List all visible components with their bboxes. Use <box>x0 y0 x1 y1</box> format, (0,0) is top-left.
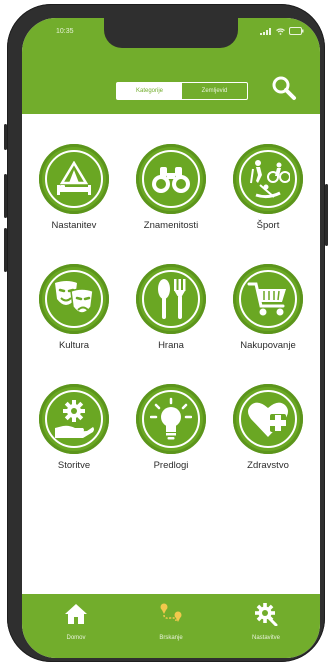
tent-bed-icon <box>39 144 109 214</box>
category-predlogi[interactable]: Predlogi <box>125 384 217 471</box>
heart-plus-icon <box>233 384 303 454</box>
route-pin-icon <box>160 603 182 622</box>
volume-up-button <box>4 174 7 218</box>
search-icon[interactable] <box>270 74 298 102</box>
category-hrana[interactable]: Hrana <box>125 264 217 351</box>
shopping-cart-icon <box>233 264 303 334</box>
category-storitve[interactable]: Storitve <box>28 384 120 471</box>
category-zdravstvo[interactable]: Zdravstvo <box>222 384 314 471</box>
category-label: Kultura <box>58 340 90 351</box>
category-label: Znamenitosti <box>143 220 199 231</box>
phone-frame: 10:35 Kategorije Zemljevid Nastanitev Zn… <box>4 4 328 662</box>
header-bar: 10:35 Kategorije Zemljevid <box>22 18 320 114</box>
wifi-icon <box>276 27 285 35</box>
tab-label: Domov <box>66 635 86 641</box>
category-label: Storitve <box>57 460 91 471</box>
category-label: Nakupovanje <box>240 340 296 351</box>
category-znamenitosti[interactable]: Znamenitosti <box>125 144 217 231</box>
settings-search-icon <box>255 603 278 627</box>
battery-icon <box>289 27 304 35</box>
app-screen: 10:35 Kategorije Zemljevid Nastanitev Zn… <box>22 18 320 658</box>
view-segmented-control: Kategorije Zemljevid <box>116 82 248 100</box>
category-sport[interactable]: Šport <box>222 144 314 231</box>
mute-switch <box>4 124 7 150</box>
notch <box>104 18 238 48</box>
category-nastanitev[interactable]: Nastanitev <box>28 144 120 231</box>
bottom-tab-bar: Domov Brskanje Nastavitve <box>22 594 320 658</box>
segment-map[interactable]: Zemljevid <box>182 83 247 99</box>
status-icons <box>260 27 304 35</box>
category-label: Nastanitev <box>51 220 97 231</box>
tab-brskanje[interactable]: Brskanje <box>131 602 211 641</box>
gear-hand-icon <box>39 384 109 454</box>
theater-masks-icon <box>39 264 109 334</box>
fork-knife-icon <box>136 264 206 334</box>
category-label: Hrana <box>158 340 184 351</box>
volume-down-button <box>4 228 7 272</box>
home-icon <box>65 604 87 624</box>
status-time: 10:35 <box>56 28 74 35</box>
category-label: Predlogi <box>153 460 189 471</box>
tab-domov[interactable]: Domov <box>36 602 116 641</box>
tab-label: Nastavitve <box>251 635 280 641</box>
segment-categories[interactable]: Kategorije <box>117 83 182 99</box>
lightbulb-icon <box>136 384 206 454</box>
category-kultura[interactable]: Kultura <box>28 264 120 351</box>
signal-icon <box>260 27 271 35</box>
tab-label: Brskanje <box>159 635 183 641</box>
tab-nastavitve[interactable]: Nastavitve <box>226 602 306 641</box>
sports-icon <box>233 144 303 214</box>
binoculars-icon <box>136 144 206 214</box>
category-nakupovanje[interactable]: Nakupovanje <box>222 264 314 351</box>
category-label: Šport <box>256 220 280 231</box>
category-label: Zdravstvo <box>247 460 289 471</box>
power-button <box>325 184 328 246</box>
